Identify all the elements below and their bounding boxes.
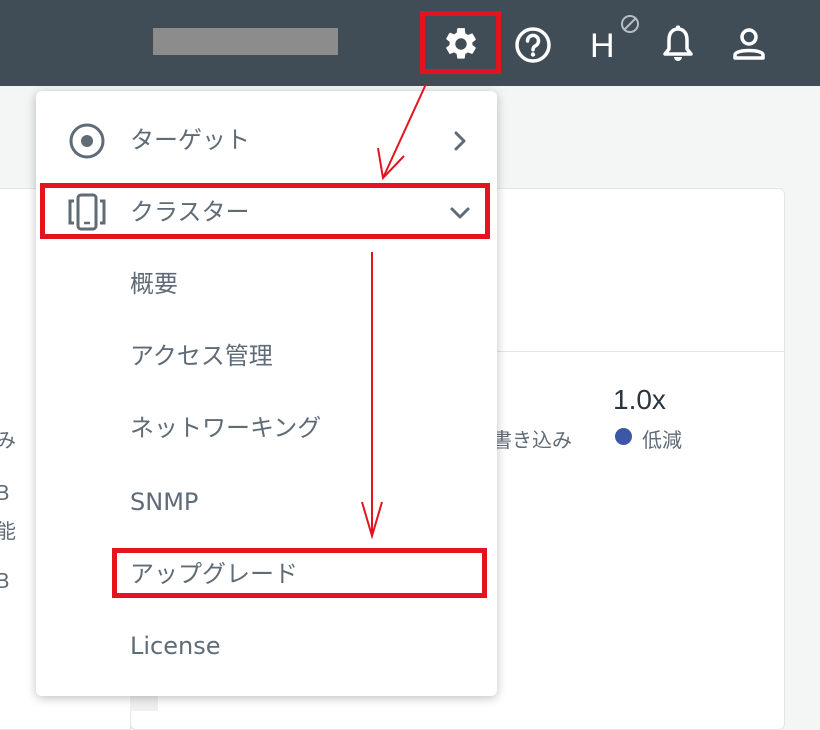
left-fragment-text: み xyxy=(0,428,16,452)
panel-edge xyxy=(130,696,158,711)
submenu-item-label: SNMP xyxy=(130,488,199,516)
top-bar: H xyxy=(0,0,820,86)
menu-item-label: クラスター xyxy=(130,198,250,226)
h-letter: H xyxy=(590,27,615,65)
submenu-item-label: アップグレード xyxy=(130,560,298,588)
gear-icon[interactable] xyxy=(438,22,484,66)
disabled-icon xyxy=(621,15,639,33)
settings-menu: ターゲット クラスター 概要 アクセス管理 ネットワーキング SNMP アップグ xyxy=(36,91,497,696)
target-icon xyxy=(67,121,107,161)
submenu-item-label: 概要 xyxy=(130,270,178,298)
submenu-item-label: アクセス管理 xyxy=(130,342,273,370)
cluster-icon xyxy=(66,191,108,233)
card-divider xyxy=(497,351,784,352)
redacted-region xyxy=(153,28,338,55)
submenu-item-access-management[interactable]: アクセス管理 xyxy=(36,327,497,387)
left-fragment-text: 能 xyxy=(0,519,16,543)
submenu-item-label: ネットワーキング xyxy=(130,414,322,442)
chevron-down-icon xyxy=(450,207,470,219)
legend-dot xyxy=(615,428,632,445)
left-fragment-text: B xyxy=(0,481,10,505)
menu-item-label: ターゲット xyxy=(130,126,250,154)
chevron-right-icon xyxy=(454,131,466,151)
write-label: 書き込み xyxy=(492,428,572,452)
reduction-label: 低減 xyxy=(642,428,682,452)
h-status-icon[interactable]: H xyxy=(584,12,644,68)
menu-item-target[interactable]: ターゲット xyxy=(36,111,497,171)
help-icon[interactable] xyxy=(512,24,554,66)
submenu-item-upgrade[interactable]: アップグレード xyxy=(36,544,497,604)
reduction-ratio-value: 1.0x xyxy=(613,384,666,415)
bell-icon[interactable] xyxy=(658,22,698,66)
submenu-item-label: License xyxy=(130,632,221,660)
user-icon[interactable] xyxy=(728,22,770,66)
left-fragment-text: B xyxy=(0,569,10,593)
submenu-item-snmp[interactable]: SNMP xyxy=(36,472,497,532)
moon-icon[interactable] xyxy=(372,24,408,64)
submenu-item-license[interactable]: License xyxy=(36,617,497,677)
menu-item-cluster[interactable]: クラスター xyxy=(36,181,497,241)
submenu-item-overview[interactable]: 概要 xyxy=(36,255,497,315)
submenu-item-networking[interactable]: ネットワーキング xyxy=(36,400,497,460)
